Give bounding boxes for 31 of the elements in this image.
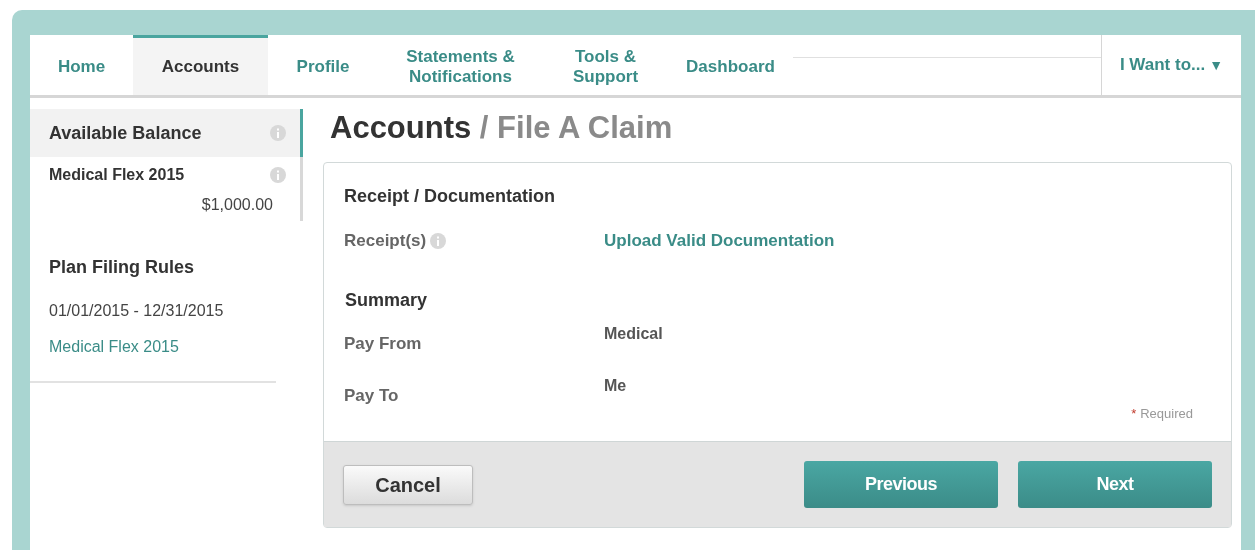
- nav-tab[interactable]: Statements & Notifications: [378, 35, 543, 95]
- nav-tab[interactable]: Profile: [268, 35, 378, 95]
- account-balance: $1,000.00: [201, 195, 273, 215]
- upload-link[interactable]: Upload Valid Documentation: [604, 228, 835, 254]
- info-icon[interactable]: [270, 125, 286, 141]
- page-title: Accounts / File A Claim: [330, 108, 673, 147]
- caret-icon: ▼: [1209, 54, 1224, 76]
- section-title: Summary: [345, 288, 428, 312]
- section-title: Available Balance: [49, 121, 202, 145]
- previous-button[interactable]: Previous: [804, 461, 998, 508]
- date-range: 01/01/2015 - 12/31/2015: [49, 301, 225, 321]
- field-value: Medical: [604, 323, 663, 344]
- field-label: Pay To: [344, 386, 399, 405]
- menu-dropdown[interactable]: I Want to... ▼: [1101, 35, 1241, 95]
- field-label: Receipt(s): [344, 230, 427, 252]
- info-icon[interactable]: [430, 232, 447, 249]
- required-note: * Required: [1131, 404, 1193, 423]
- nav-tab[interactable]: Accounts: [133, 35, 268, 95]
- account-name: Medical Flex 2015: [49, 165, 185, 185]
- info-icon[interactable]: [270, 167, 286, 183]
- section-title: Receipt / Documentation: [344, 185, 557, 208]
- balance-header[interactable]: Available Balance: [30, 109, 300, 157]
- section-title: Plan Filing Rules: [49, 256, 196, 279]
- field-label: Pay From: [344, 333, 422, 353]
- cancel-button[interactable]: Cancel: [343, 464, 473, 505]
- nav-tab[interactable]: Tools & Support: [543, 35, 668, 95]
- nav-tab[interactable]: Dashboard: [668, 35, 793, 95]
- next-button[interactable]: Next: [1018, 461, 1212, 508]
- nav-tab[interactable]: Home: [30, 35, 133, 95]
- plan-link[interactable]: Medical Flex 2015: [49, 335, 179, 359]
- field-value: Me: [604, 376, 627, 396]
